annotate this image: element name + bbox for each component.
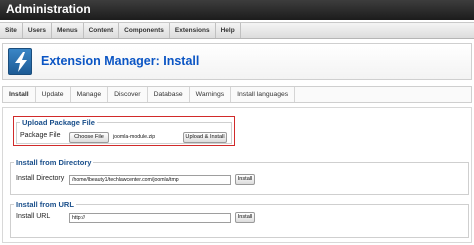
install-directory-label: Install Directory [16, 175, 65, 182]
submenu-tabs: Install Update Manage Discover Database … [2, 86, 472, 103]
install-url-legend: Install from URL [16, 200, 74, 209]
menu-item-content[interactable]: Content [84, 23, 120, 38]
upload-install-button[interactable]: Upload & Install [183, 132, 227, 143]
menu-item-site[interactable]: Site [0, 23, 23, 38]
choose-file-button[interactable]: Choose File [69, 132, 109, 143]
package-file-label: Package File [20, 132, 61, 139]
menu-item-menus[interactable]: Menus [52, 23, 84, 38]
menu-item-help[interactable]: Help [216, 23, 241, 38]
admin-header-bar: Administration [0, 0, 474, 20]
selected-file-name: joomla-module.zip [113, 133, 156, 140]
menu-item-components[interactable]: Components [119, 23, 170, 38]
menu-item-users[interactable]: Users [23, 23, 52, 38]
main-menu-bar: Site Users Menus Content Components Exte… [0, 22, 474, 39]
toolbar-panel: Extension Manager: Install [2, 43, 472, 80]
menu-item-extensions[interactable]: Extensions [170, 23, 216, 38]
tab-database[interactable]: Database [148, 87, 190, 102]
extension-manager-bolt-icon [8, 48, 32, 75]
admin-title: Administration [6, 2, 91, 16]
install-directory-button[interactable]: Install [235, 174, 255, 185]
tab-warnings[interactable]: Warnings [190, 87, 232, 102]
tab-install[interactable]: Install [3, 87, 36, 102]
tab-install-languages[interactable]: Install languages [231, 87, 296, 102]
install-directory-input[interactable]: /home/lbeauty1/techlawcenter.com/joomla/… [69, 175, 231, 185]
tab-update[interactable]: Update [36, 87, 71, 102]
upload-package-legend: Upload Package File [22, 118, 95, 127]
install-directory-legend: Install from Directory [16, 158, 92, 167]
install-content-area: Upload Package File Package File Choose … [2, 107, 472, 243]
page-title: Extension Manager: Install [41, 54, 200, 68]
tab-discover[interactable]: Discover [108, 87, 148, 102]
install-url-input[interactable]: http:// [69, 213, 231, 223]
tab-manage[interactable]: Manage [71, 87, 109, 102]
install-url-label: Install URL [16, 213, 51, 220]
install-url-button[interactable]: Install [235, 212, 255, 223]
